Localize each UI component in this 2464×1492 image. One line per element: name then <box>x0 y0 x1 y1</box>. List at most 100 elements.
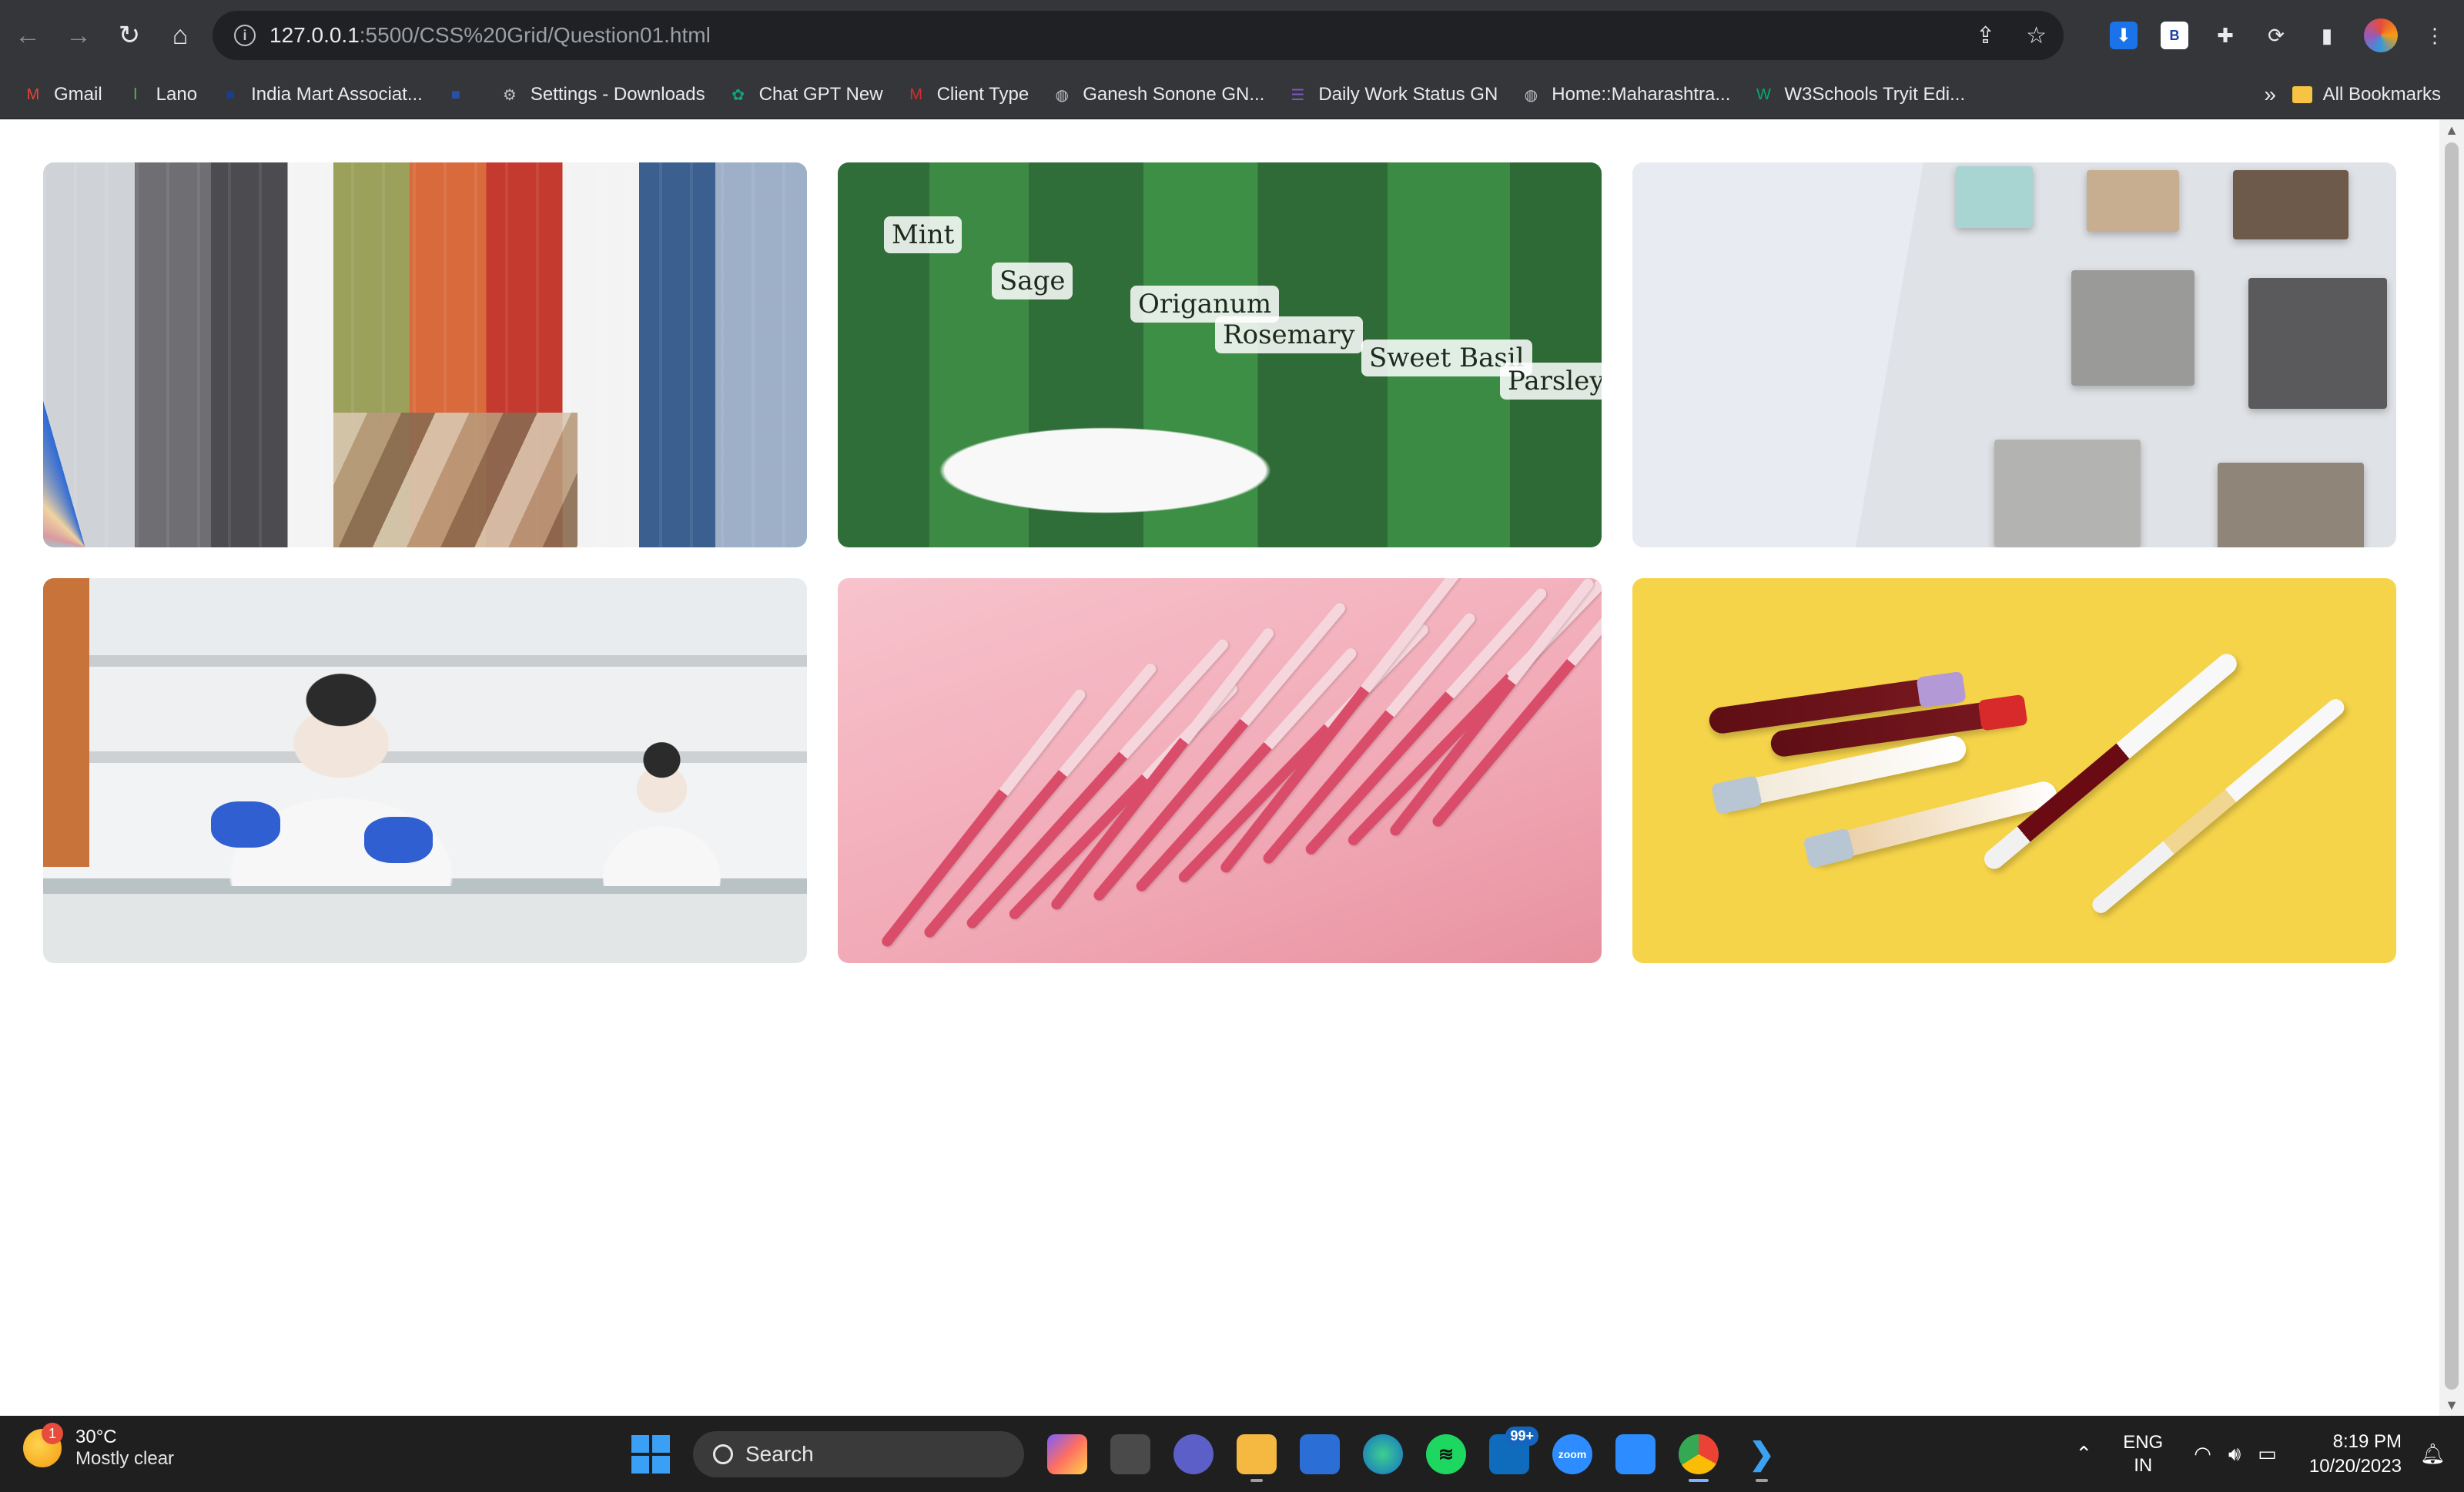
wood-samples <box>333 413 578 547</box>
bookmark-item[interactable]: M Gmail <box>23 84 102 105</box>
back-button[interactable]: ← <box>5 12 51 59</box>
edge-icon[interactable] <box>1363 1434 1403 1474</box>
zoom-meetings-icon[interactable] <box>1615 1434 1656 1474</box>
microsoft-store-icon[interactable] <box>1300 1434 1340 1474</box>
image-grid: Mint Sage Origanum Rosemary Sweet Basil … <box>43 162 2396 963</box>
language-code: ENG <box>2123 1431 2164 1453</box>
stone-chip <box>2218 463 2364 547</box>
chrome-icon[interactable] <box>1679 1434 1719 1482</box>
copilot-icon[interactable] <box>1047 1434 1087 1474</box>
outlook-icon[interactable]: 99+ <box>1489 1427 1538 1474</box>
running-indicator <box>1250 1479 1263 1482</box>
glove <box>363 817 433 863</box>
orange-wall <box>43 578 89 867</box>
bookmarks-overflow-button[interactable]: » <box>2264 71 2276 119</box>
taskbar-search[interactable]: Search <box>693 1431 1024 1477</box>
volume-icon[interactable]: 🔊︎ <box>2228 1442 2241 1467</box>
arrow-right-icon: → <box>65 20 92 50</box>
extensions-area: ⬇ B ✚ ⟳ ▮ ⋮ <box>2110 11 2449 60</box>
page-scrollbar[interactable]: ▲ ▼ <box>2439 119 2464 1416</box>
bookmark-favicon-icon: ◍ <box>1524 86 1538 104</box>
spotify-icon[interactable]: ≋ <box>1426 1434 1466 1474</box>
scientist-figure <box>211 647 471 886</box>
syringe-empty <box>2088 695 2348 917</box>
battery-icon[interactable]: ▭ <box>2258 1442 2277 1466</box>
bookmark-label: India Mart Associat... <box>251 84 423 105</box>
tube-cap <box>1916 671 1967 708</box>
language-indicator[interactable]: ENG IN <box>2123 1431 2163 1477</box>
system-tray: ⌃ ENG IN ◠ 🔊︎ ▭ 8:19 PM 10/20/2023 🔔︎ <box>2075 1416 2464 1492</box>
home-button[interactable]: ⌂ <box>157 12 203 59</box>
jar-label: Sage <box>992 263 1073 299</box>
forward-button[interactable]: → <box>55 12 102 59</box>
bookmark-favicon-icon: ⚙ <box>502 86 517 104</box>
puzzle-icon[interactable]: ✚ <box>2211 22 2239 49</box>
bookmark-item[interactable]: W W3Schools Tryit Edi... <box>1753 84 1965 105</box>
all-bookmarks-button[interactable]: All Bookmarks <box>2292 71 2441 119</box>
file-explorer-icon[interactable] <box>1237 1434 1277 1482</box>
side-panel-icon[interactable]: ▮ <box>2313 22 2341 49</box>
bookmark-favicon-icon: M <box>26 85 40 103</box>
profile-avatar[interactable] <box>2364 18 2398 52</box>
task-view-icon[interactable] <box>1110 1434 1150 1474</box>
chevron-up-icon[interactable]: ⌃ <box>2075 1442 2092 1466</box>
home-icon: ⌂ <box>172 20 189 50</box>
stone-chip <box>2233 170 2348 239</box>
zoom-icon[interactable]: zoom <box>1552 1434 1592 1474</box>
clock[interactable]: 8:19 PM 10/20/2023 <box>2309 1430 2402 1479</box>
bookmark-star-icon[interactable]: ☆ <box>2026 22 2047 49</box>
bookmark-favicon-icon: l <box>133 85 137 103</box>
tube-cap <box>1710 774 1763 815</box>
bookmark-label: Lano <box>156 84 198 105</box>
bookmark-item[interactable]: ◍ Home::Maharashtra... <box>1521 84 1731 105</box>
bookmark-item[interactable]: ■ India Mart Associat... <box>220 84 423 105</box>
url-path: :5500/CSS%20Grid/Question01.html <box>359 23 711 47</box>
clock-date: 10/20/2023 <box>2308 1455 2402 1477</box>
reload-button[interactable]: ↻ <box>106 12 152 59</box>
windows-start-icon[interactable] <box>631 1435 670 1474</box>
bookmark-favicon-icon: ■ <box>450 85 460 103</box>
arrow-left-icon: ← <box>15 20 41 50</box>
search-label: Search <box>745 1442 814 1466</box>
stone-chip <box>2087 170 2179 232</box>
share-icon[interactable]: ⇪ <box>1976 22 1995 49</box>
stone-chip <box>2248 278 2387 409</box>
wifi-icon[interactable]: ◠ <box>2194 1442 2211 1466</box>
teams-chat-icon[interactable] <box>1173 1434 1214 1474</box>
jar-label: Rosemary <box>1215 316 1363 353</box>
bookmark-label: Client Type <box>936 84 1029 105</box>
site-info-icon[interactable]: i <box>234 25 256 46</box>
page-viewport: Mint Sage Origanum Rosemary Sweet Basil … <box>0 119 2439 1416</box>
browser-toolbar: ← → ↻ ⌂ i 127.0.0.1:5500/CSS%20Grid/Ques… <box>0 0 2464 71</box>
download-icon[interactable]: ⬇ <box>2110 22 2138 49</box>
bookmark-label: W3Schools Tryit Edi... <box>1784 84 1966 105</box>
scroll-thumb[interactable] <box>2445 142 2459 1390</box>
vscode-icon[interactable]: ❯ <box>1742 1434 1782 1482</box>
bookmark-label: Home::Maharashtra... <box>1552 84 1731 105</box>
folder-icon <box>2292 86 2312 103</box>
kebab-menu-icon[interactable]: ⋮ <box>2421 22 2449 49</box>
scroll-up-arrow-icon[interactable]: ▲ <box>2439 119 2464 141</box>
bookmark-favicon-icon: ✿ <box>732 86 745 104</box>
bookmark-item[interactable]: ■ <box>446 85 477 105</box>
bookmark-item[interactable]: ◍ Ganesh Sonone GN... <box>1052 84 1264 105</box>
notification-bell-icon[interactable]: 🔔︎ <box>2420 1442 2446 1466</box>
weather-widget[interactable]: 1 30°C Mostly clear <box>23 1423 174 1470</box>
address-bar[interactable]: i 127.0.0.1:5500/CSS%20Grid/Question01.h… <box>213 11 2064 60</box>
bookmark-label: Settings - Downloads <box>530 84 705 105</box>
performance-icon[interactable]: ⟳ <box>2262 22 2290 49</box>
extension-b-icon[interactable]: B <box>2161 22 2188 49</box>
tube-cap <box>1977 694 2028 731</box>
search-icon <box>713 1444 733 1464</box>
bookmark-favicon-icon: W <box>1756 85 1771 103</box>
bookmark-favicon-icon: M <box>909 85 922 103</box>
bookmarks-bar: M Gmail l Lano ■ India Mart Associat... ■ ⚙ Sett… <box>0 71 2464 119</box>
bookmark-item[interactable]: l Lano <box>126 84 197 105</box>
scroll-down-arrow-icon[interactable]: ▼ <box>2439 1394 2464 1416</box>
bookmark-item[interactable]: M Client Type <box>906 84 1029 105</box>
bookmark-item[interactable]: ⚙ Settings - Downloads <box>500 84 705 105</box>
jar-label: Mint <box>884 216 962 253</box>
jar-label: Parsley <box>1500 363 1602 400</box>
bookmark-item[interactable]: ☰ Daily Work Status GN <box>1287 84 1498 105</box>
bookmark-item[interactable]: ✿ Chat GPT New <box>728 84 882 105</box>
